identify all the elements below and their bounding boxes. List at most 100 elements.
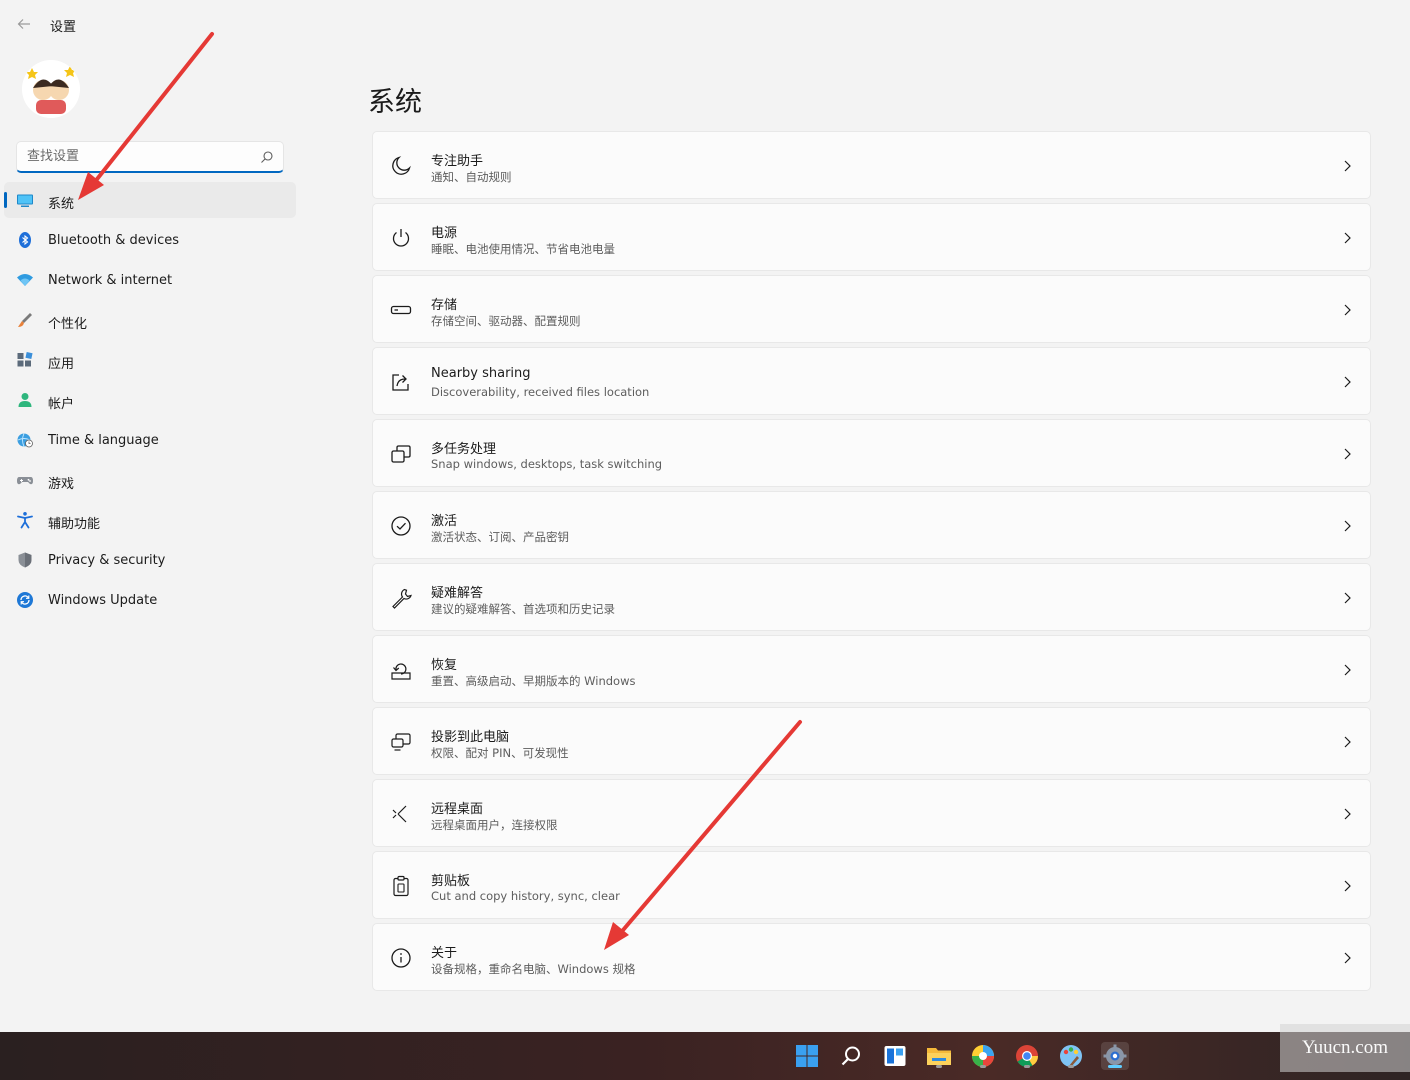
card-subtitle: 设备规格，重命名电脑、Windows 规格 <box>431 962 636 976</box>
remote-icon <box>392 805 407 823</box>
sidebar-item-gaming[interactable]: 游戏 <box>4 462 296 498</box>
taskbar <box>0 1032 1410 1080</box>
wrench-icon <box>392 588 412 609</box>
card-title: 存储 <box>431 298 458 313</box>
card-recovery[interactable]: 恢复 重置、高级启动、早期版本的 Windows <box>372 635 1371 703</box>
sidebar-item-personalization[interactable]: 个性化 <box>4 302 296 338</box>
recovery-icon <box>391 663 411 680</box>
card-title: 投影到此电脑 <box>431 730 510 745</box>
info-icon <box>391 948 411 968</box>
sidebar-item-accounts[interactable]: 帐户 <box>4 382 296 418</box>
card-storage[interactable]: 存储 存储空间、驱动器、配置规则 <box>372 275 1371 343</box>
gamepad-icon <box>17 477 33 485</box>
back-button[interactable] <box>12 12 36 36</box>
card-multitasking[interactable]: 多任务处理 Snap windows, desktops, task switc… <box>372 419 1371 487</box>
paint-button[interactable] <box>1057 1042 1085 1070</box>
monitor-icon <box>17 194 33 207</box>
sidebar-item-label: 应用 <box>48 357 75 372</box>
settings-list: 专注助手 通知、自动规则 电源 睡眠、电池使用情况、节省电池电量 存储 存储空间… <box>372 131 1371 995</box>
card-subtitle: Discoverability, received files location <box>431 385 650 399</box>
card-activation[interactable]: 激活 激活状态、订阅、产品密钥 <box>372 491 1371 559</box>
card-project-to-pc[interactable]: 投影到此电脑 权限、配对 PIN、可发现性 <box>372 707 1371 775</box>
card-subtitle: 权限、配对 PIN、可发现性 <box>431 746 569 760</box>
taskbar-search-button[interactable] <box>837 1042 865 1070</box>
sidebar-item-time-language[interactable]: Time & language <box>4 422 296 458</box>
photos-button[interactable] <box>969 1042 997 1070</box>
avatar-image <box>22 60 80 118</box>
arrow-to-system <box>78 32 214 200</box>
card-remote-desktop[interactable]: 远程桌面 远程桌面用户，连接权限 <box>372 779 1371 847</box>
title-bar: 设置 <box>0 0 1410 48</box>
sidebar-item-windows-update[interactable]: Windows Update <box>4 582 296 618</box>
card-title: 剪贴板 <box>431 874 471 889</box>
card-clipboard[interactable]: 剪贴板 Cut and copy history, sync, clear <box>372 851 1371 919</box>
chevron-right-icon <box>1344 592 1351 604</box>
sidebar-item-system[interactable]: 系统 <box>4 182 296 218</box>
card-title: 恢复 <box>431 658 458 673</box>
start-icon <box>796 1045 818 1067</box>
search-icon <box>841 1046 860 1066</box>
sidebar-item-label: Privacy & security <box>48 553 166 568</box>
chevron-right-icon <box>1344 376 1351 388</box>
sidebar-item-label: Time & language <box>48 433 159 448</box>
moon-icon <box>392 156 411 175</box>
card-power[interactable]: 电源 睡眠、电池使用情况、节省电池电量 <box>372 203 1371 271</box>
card-subtitle: 睡眠、电池使用情况、节省电池电量 <box>431 242 615 256</box>
sidebar-item-privacy[interactable]: Privacy & security <box>4 542 296 578</box>
update-icon <box>17 592 33 608</box>
card-title: 关于 <box>431 946 458 961</box>
card-title: 远程桌面 <box>431 802 484 817</box>
search-input[interactable] <box>17 142 247 171</box>
sidebar-item-accessibility[interactable]: 辅助功能 <box>4 502 296 538</box>
active-indicator <box>1108 1065 1122 1068</box>
card-troubleshoot[interactable]: 疑难解答 建议的疑难解答、首选项和历史记录 <box>372 563 1371 631</box>
settings-taskbar-button[interactable] <box>1101 1042 1129 1070</box>
file-explorer-button[interactable] <box>925 1042 953 1070</box>
start-button[interactable] <box>793 1042 821 1070</box>
clipboard-icon <box>393 875 409 897</box>
card-title: 激活 <box>431 514 458 529</box>
back-arrow-icon <box>17 19 30 29</box>
card-focus-assist[interactable]: 专注助手 通知、自动规则 <box>372 131 1371 199</box>
sidebar-item-bluetooth[interactable]: Bluetooth & devices <box>4 222 296 258</box>
chevron-right-icon <box>1344 952 1351 964</box>
avatar[interactable] <box>22 60 80 118</box>
card-subtitle: 远程桌面用户，连接权限 <box>431 818 558 832</box>
card-subtitle: Cut and copy history, sync, clear <box>431 889 620 903</box>
power-icon <box>392 229 410 247</box>
sidebar-item-label: 游戏 <box>48 477 75 492</box>
storage-icon <box>390 305 412 315</box>
card-subtitle: 建议的疑难解答、首选项和历史记录 <box>431 602 615 616</box>
running-indicator <box>1068 1065 1074 1068</box>
apps-icon <box>17 351 33 367</box>
brush-icon <box>18 313 32 327</box>
widgets-button[interactable] <box>881 1042 909 1070</box>
chrome-button[interactable] <box>1013 1042 1041 1070</box>
globe-clock-icon <box>17 433 33 448</box>
app-title: 设置 <box>50 20 77 35</box>
sidebar-item-label: Network & internet <box>48 273 173 288</box>
projection-icon <box>391 733 411 751</box>
chevron-right-icon <box>1344 808 1351 820</box>
sidebar-item-network[interactable]: Network & internet <box>4 262 296 298</box>
sidebar-item-label: Windows Update <box>48 593 158 608</box>
chevron-right-icon <box>1344 736 1351 748</box>
watermark: Yuucn.com <box>1280 1024 1410 1072</box>
settings-search <box>16 141 284 173</box>
search-icon[interactable] <box>260 150 274 164</box>
sidebar-item-label: 帐户 <box>48 397 75 412</box>
card-title: 疑难解答 <box>431 586 484 601</box>
running-indicator <box>980 1065 986 1068</box>
shield-icon <box>18 552 32 568</box>
sidebar-nav: 系统 Bluetooth & devices Network & interne… <box>4 182 296 622</box>
card-title: 多任务处理 <box>431 442 497 457</box>
running-indicator <box>1024 1065 1030 1068</box>
chevron-right-icon <box>1344 160 1351 172</box>
sidebar-item-label: Bluetooth & devices <box>48 233 179 248</box>
sidebar-item-apps[interactable]: 应用 <box>4 342 296 378</box>
chevron-right-icon <box>1344 520 1351 532</box>
card-nearby-sharing[interactable]: Nearby sharing Discoverability, received… <box>372 347 1371 415</box>
card-about[interactable]: 关于 设备规格，重命名电脑、Windows 规格 <box>372 923 1371 991</box>
chevron-right-icon <box>1344 304 1351 316</box>
multitask-icon <box>391 445 411 463</box>
